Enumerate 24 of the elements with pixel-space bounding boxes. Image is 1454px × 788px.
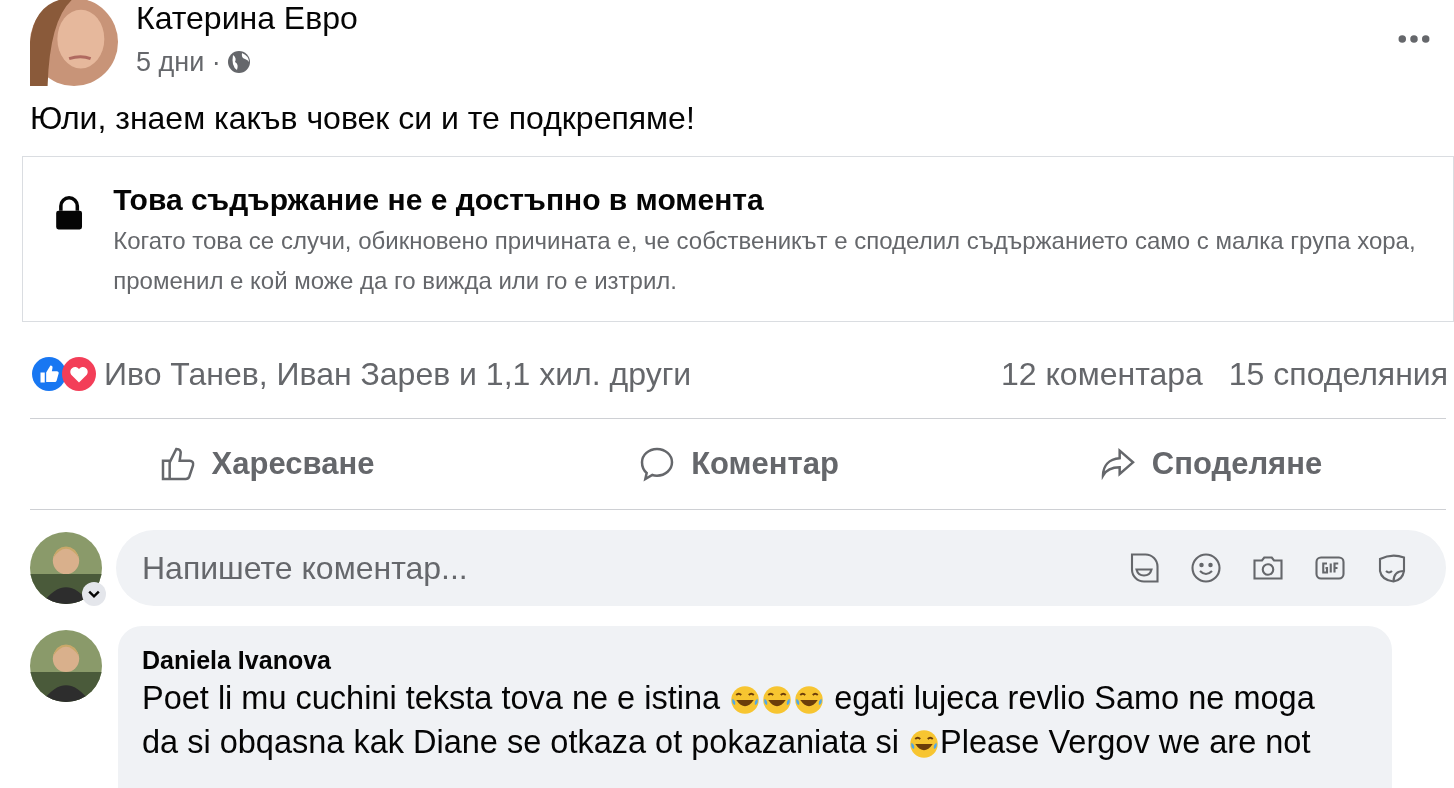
comment-text: Poet li mu cuchini teksta tova ne e istina egati lujeca revlio Samo ne moga da si obqasna kak Diane se otkaza ot pokazaniata si Please Vergov we are not (142, 679, 1316, 762)
comment-composer[interactable]: Напишете коментар... (116, 530, 1446, 606)
like-reaction-icon (32, 357, 66, 391)
laughing-emoji-icon (762, 685, 793, 715)
comment-input-field[interactable]: Напишете коментар... (142, 544, 1126, 592)
heart-reaction-icon (62, 357, 96, 391)
post-text: Юли, знаем какъв човек си и те подкрепяме! (29, 100, 696, 136)
post-action-button[interactable]: Коментар (502, 419, 974, 509)
comment-author[interactable]: Daniela Ivanova (142, 646, 1352, 674)
author-name[interactable]: Катерина Евро (136, 0, 358, 36)
laughing-emoji-icon (794, 685, 825, 715)
globe-icon (226, 50, 251, 75)
more-options-icon[interactable] (1398, 34, 1430, 44)
shares-count[interactable]: 15 споделяния (1228, 350, 1448, 398)
laughing-emoji-icon (730, 685, 761, 715)
post-action-button[interactable]: Харесване (30, 419, 502, 509)
comments-count[interactable]: 12 коментара (1001, 350, 1203, 398)
post-time[interactable]: 5 дни · (136, 42, 221, 83)
reaction-names[interactable]: Иво Танев, Иван Зарев и 1,1 хил. други (104, 350, 692, 398)
laughing-emoji-icon (909, 729, 940, 759)
post-action-button[interactable]: Споделяне (974, 419, 1446, 509)
unavailable-description: Когато това се случи, обикновено причината е, че собственикът е споделил съдържанието само с малка група хора, променил е кой може да го вижда или го е изтрил. (113, 226, 1417, 296)
chevron-down-icon[interactable] (82, 582, 106, 606)
unavailable-title: Това съдържание не е достъпно в момента (113, 183, 765, 217)
